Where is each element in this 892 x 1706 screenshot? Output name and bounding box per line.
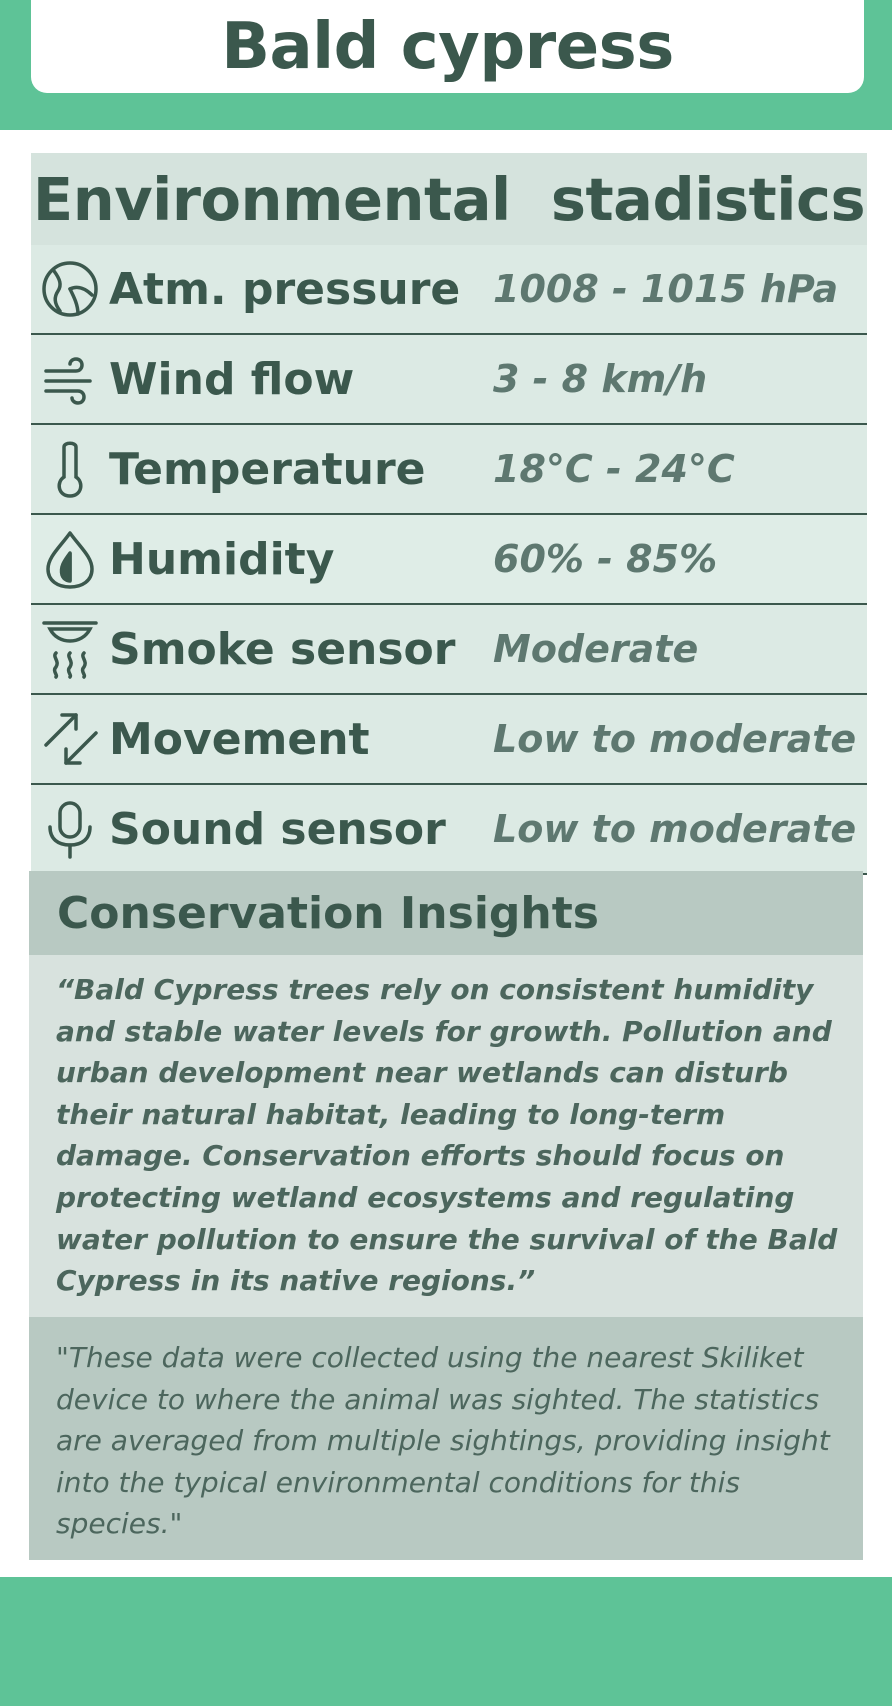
stat-row-sound: Sound sensor Low to moderate <box>31 785 867 875</box>
stat-label: Wind flow <box>109 353 355 405</box>
stat-label: Atm. pressure <box>109 263 461 315</box>
note-text: "These data were collected using the nea… <box>56 1341 830 1541</box>
gauge-icon <box>31 259 109 319</box>
stat-label: Humidity <box>109 533 335 585</box>
data-source-note: "These data were collected using the nea… <box>29 1317 863 1560</box>
stat-value: 18°C - 24°C <box>493 447 735 491</box>
stat-label: Movement <box>109 713 370 765</box>
thermometer-icon <box>31 439 109 499</box>
stat-value: 1008 - 1015 hPa <box>493 267 839 311</box>
droplet-icon <box>31 529 109 589</box>
microphone-icon <box>31 799 109 859</box>
stat-row-smoke: Smoke sensor Moderate <box>31 605 867 695</box>
insights-heading: Conservation Insights <box>57 887 599 939</box>
stats-heading: Environmental stadistics <box>32 164 866 234</box>
stats-header: Environmental stadistics <box>31 153 867 245</box>
bottom-banner <box>0 1577 892 1706</box>
stat-row-temperature: Temperature 18°C - 24°C <box>31 425 867 515</box>
stat-label: Sound sensor <box>109 803 446 855</box>
conservation-insights-header: Conservation Insights <box>29 871 863 955</box>
insights-text: “Bald Cypress trees rely on consistent h… <box>56 973 838 1298</box>
stat-value: Low to moderate <box>493 717 857 761</box>
stat-label: Smoke sensor <box>109 623 456 675</box>
stat-value: Low to moderate <box>493 807 857 851</box>
wind-icon <box>31 349 109 409</box>
conservation-insights-body: “Bald Cypress trees rely on consistent h… <box>29 955 863 1317</box>
stat-value: 60% - 85% <box>493 537 718 581</box>
stat-row-wind: Wind flow 3 - 8 km/h <box>31 335 867 425</box>
environmental-stats-panel: Environmental stadistics Atm. pressure 1… <box>31 153 867 875</box>
page-title: Bald cypress <box>221 9 674 84</box>
stat-label: Temperature <box>109 443 426 495</box>
stat-row-movement: Movement Low to moderate <box>31 695 867 785</box>
stat-row-pressure: Atm. pressure 1008 - 1015 hPa <box>31 245 867 335</box>
title-card: Bald cypress <box>31 0 864 93</box>
smoke-detector-icon <box>31 619 109 679</box>
movement-arrows-icon <box>31 709 109 769</box>
stat-value: Moderate <box>493 627 699 671</box>
stat-value: 3 - 8 km/h <box>493 357 708 401</box>
stat-row-humidity: Humidity 60% - 85% <box>31 515 867 605</box>
